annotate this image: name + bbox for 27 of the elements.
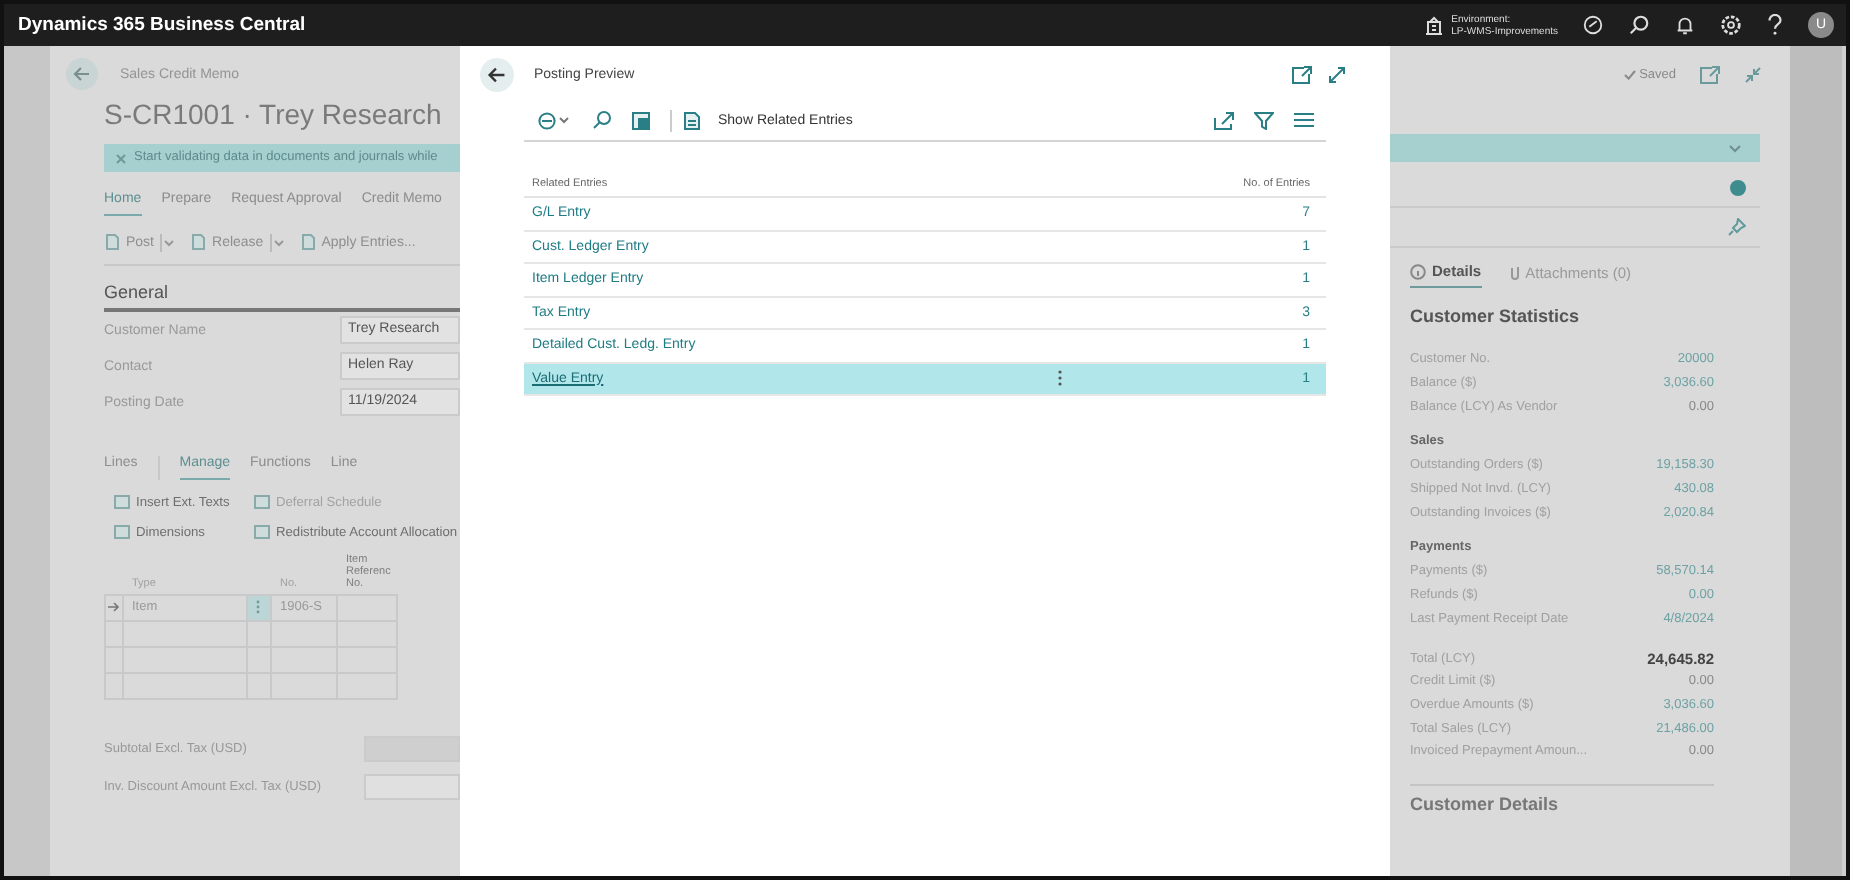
input-field[interactable]	[364, 774, 460, 800]
help-icon[interactable]	[1766, 14, 1784, 36]
share-icon[interactable]	[1214, 111, 1234, 129]
layout-icon[interactable]	[632, 111, 650, 129]
table-cell	[124, 622, 248, 648]
search-icon[interactable]	[1628, 14, 1650, 36]
menu-icon[interactable]	[1294, 112, 1314, 128]
bell-icon[interactable]	[1674, 14, 1696, 36]
section-heading[interactable]: General	[104, 282, 460, 312]
filter-icon[interactable]	[1254, 111, 1274, 129]
checkmark-icon	[1623, 69, 1636, 79]
app-title[interactable]: Dynamics 365 Business Central	[18, 14, 306, 36]
factbox-heading: Customer Statistics	[1410, 306, 1582, 330]
building-icon	[1423, 15, 1444, 35]
expand-icon[interactable]	[1328, 66, 1346, 84]
table-cell	[248, 622, 272, 648]
more-options-icon[interactable]	[1058, 370, 1063, 387]
view-options-icon[interactable]	[538, 111, 572, 129]
paperclip-icon	[1509, 264, 1520, 280]
table-cell[interactable]	[248, 596, 272, 622]
table-cell	[272, 622, 338, 648]
factbox-heading: Customer Details	[1410, 783, 1714, 814]
settings-icon[interactable]	[1720, 14, 1742, 36]
open-new-window-icon[interactable]	[1292, 66, 1312, 84]
page-title: S-CR1001 · Trey Research	[104, 96, 444, 134]
back-button[interactable]	[480, 58, 514, 92]
arrow-right-icon	[108, 601, 120, 612]
